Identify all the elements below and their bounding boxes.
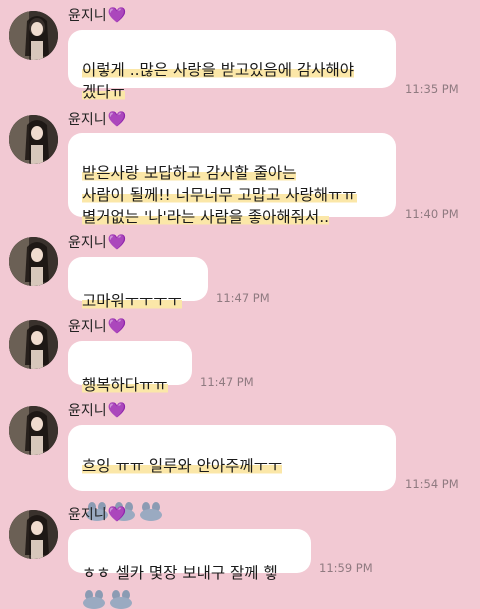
- sender-name: 윤지니💜: [68, 6, 127, 24]
- message-text: 흐잉 ㅠㅠ 일루와 안아주께ㅜㅜ: [82, 457, 283, 475]
- avatar[interactable]: [9, 115, 58, 164]
- avatar[interactable]: [9, 237, 58, 286]
- message-text: 이렇게 ..많은 사랑을 받고있음에 감사해야 겠다ㅠ: [82, 61, 354, 101]
- avatar[interactable]: [9, 406, 58, 455]
- message-timestamp: 11:35 PM: [405, 82, 459, 96]
- sender-name: 윤지니💜: [68, 505, 127, 523]
- message-timestamp: 11:47 PM: [216, 291, 270, 305]
- message-bubble[interactable]: 행복하다ㅠㅠ: [68, 341, 192, 394]
- bunny-emoticon-icon: [140, 501, 162, 521]
- avatar[interactable]: [9, 11, 58, 60]
- purple-heart-icon: 💜: [107, 233, 127, 251]
- message-text: ㅎㅎ 셀카 몇장 보내구 잘께 헿: [82, 564, 278, 582]
- message-timestamp: 11:59 PM: [319, 561, 373, 575]
- sender-name: 윤지니💜: [68, 401, 127, 419]
- purple-heart-icon: 💜: [107, 401, 127, 419]
- message-timestamp: 11:40 PM: [405, 207, 459, 221]
- message-bubble[interactable]: 받은사랑 보답하고 감사할 줄아는 사람이 될께!! 너무너무 고맙고 사랑해ㅠ…: [68, 133, 396, 226]
- purple-heart-icon: 💜: [107, 110, 127, 128]
- message-bubble[interactable]: 이렇게 ..많은 사랑을 받고있음에 감사해야 겠다ㅠ: [68, 30, 396, 101]
- chat-log: 윤지니💜 이렇게 ..많은 사랑을 받고있음에 감사해야 겠다ㅠ 11:35 P…: [0, 0, 480, 609]
- bunny-emoticon-icon: [110, 589, 132, 609]
- sender-name: 윤지니💜: [68, 233, 127, 251]
- sender-name: 윤지니💜: [68, 110, 127, 128]
- message-timestamp: 11:47 PM: [200, 375, 254, 389]
- message-bubble[interactable]: 고마워ㅜㅜㅜㅜ: [68, 257, 208, 310]
- purple-heart-icon: 💜: [107, 317, 127, 335]
- message-text: 받은사랑 보답하고 감사할 줄아는 사람이 될께!! 너무너무 고맙고 사랑해ㅠ…: [82, 164, 357, 226]
- avatar[interactable]: [9, 320, 58, 369]
- message-text: 행복하다ㅠㅠ: [82, 376, 168, 394]
- sender-name: 윤지니💜: [68, 317, 127, 335]
- message-bubble[interactable]: 흐잉 ㅠㅠ 일루와 안아주께ㅜㅜ: [68, 425, 396, 609]
- message-bubble[interactable]: ㅎㅎ 셀카 몇장 보내구 잘께 헿: [68, 529, 311, 582]
- purple-heart-icon: 💜: [107, 6, 127, 24]
- message-timestamp: 11:54 PM: [405, 477, 459, 491]
- purple-heart-icon: 💜: [107, 505, 127, 523]
- message-text: 고마워ㅜㅜㅜㅜ: [82, 292, 182, 310]
- bunny-emoticon-icon: [83, 589, 105, 609]
- avatar[interactable]: [9, 510, 58, 559]
